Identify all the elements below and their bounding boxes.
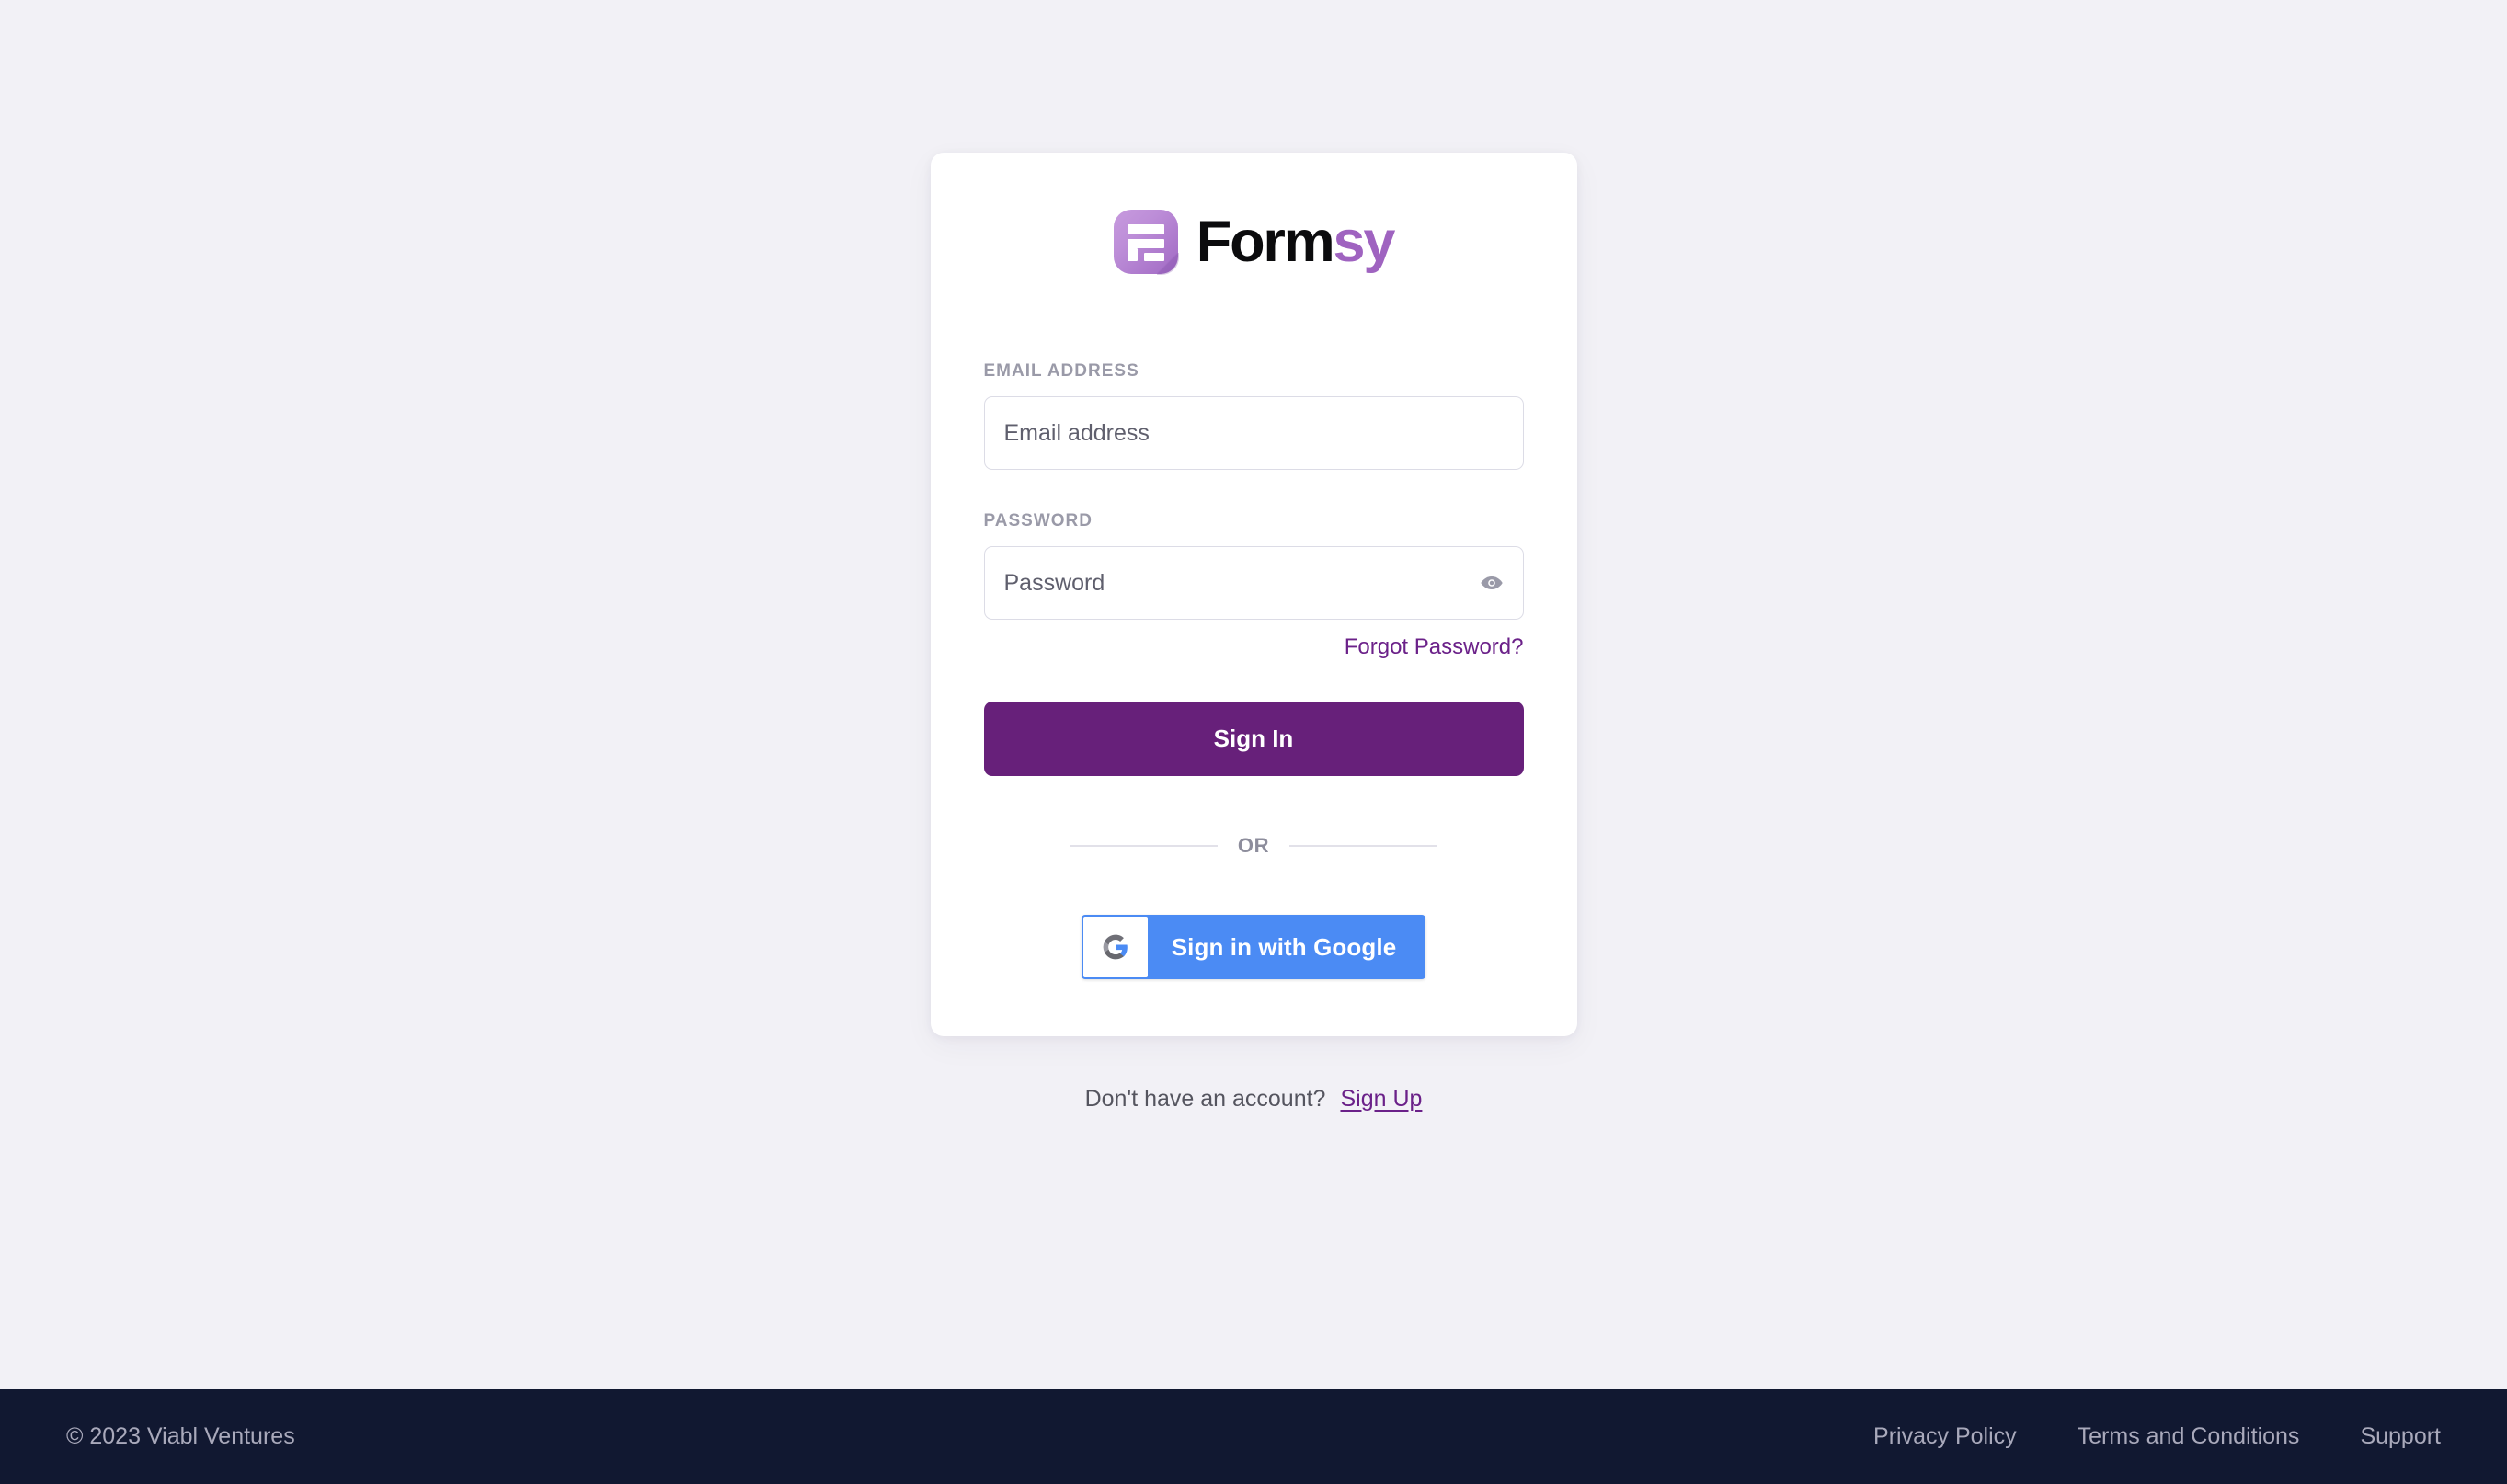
- brand-wordmark: Formsy: [1196, 209, 1396, 274]
- brand-name-accent: sy: [1333, 209, 1396, 274]
- password-label: PASSWORD: [983, 511, 1093, 531]
- social-login-row: Sign in with Google: [984, 915, 1524, 979]
- logo-corner-fold: [1156, 253, 1179, 275]
- email-label: EMAIL ADDRESS: [983, 361, 1139, 381]
- google-sign-in-button[interactable]: Sign in with Google: [1081, 915, 1426, 979]
- email-field-group: EMAIL ADDRESS: [983, 361, 1524, 470]
- password-input-wrap: [983, 546, 1524, 620]
- field-spacer: [984, 470, 1524, 511]
- email-input-wrap: [983, 396, 1524, 470]
- login-card: Formsy EMAIL ADDRESS PASSWORD: [930, 153, 1577, 1036]
- signup-prompt-row: Don't have an account? Sign Up: [1085, 1086, 1423, 1113]
- sign-up-link[interactable]: Sign Up: [1340, 1086, 1422, 1113]
- brand-name-primary: Form: [1196, 209, 1335, 274]
- formsy-logo-icon: [1113, 210, 1179, 275]
- password-field-group: PASSWORD: [983, 511, 1524, 620]
- logo-bar-middle: [1127, 239, 1164, 248]
- or-divider: OR: [984, 834, 1524, 858]
- forgot-password-link[interactable]: Forgot Password?: [1345, 634, 1524, 660]
- eye-icon-svg: [1480, 576, 1503, 590]
- footer-copyright: © 2023 Viabl Ventures: [66, 1423, 295, 1449]
- google-g-icon: [1082, 917, 1148, 977]
- sign-in-button[interactable]: Sign In: [983, 702, 1524, 776]
- forgot-password-row: Forgot Password?: [984, 634, 1524, 660]
- divider-line-left: [1070, 845, 1218, 847]
- google-sign-in-label: Sign in with Google: [1171, 932, 1397, 961]
- footer-link-privacy-policy[interactable]: Privacy Policy: [1873, 1423, 2017, 1450]
- brand-logo: Formsy: [984, 209, 1524, 275]
- footer-link-support[interactable]: Support: [2360, 1423, 2441, 1450]
- footer-links: Privacy Policy Terms and Conditions Supp…: [1873, 1423, 2441, 1450]
- site-footer: © 2023 Viabl Ventures Privacy Policy Ter…: [0, 1389, 2507, 1484]
- signup-prompt-text: Don't have an account?: [1084, 1086, 1326, 1112]
- login-page: Formsy EMAIL ADDRESS PASSWORD: [0, 0, 2507, 1389]
- divider-line-right: [1289, 845, 1437, 847]
- logo-bar-stem: [1127, 248, 1138, 261]
- email-input[interactable]: [983, 396, 1524, 470]
- eye-icon[interactable]: [1476, 567, 1507, 599]
- logo-bar-top: [1127, 224, 1164, 234]
- google-g-icon-svg: [1103, 934, 1128, 960]
- password-input[interactable]: [983, 546, 1524, 620]
- footer-link-terms-and-conditions[interactable]: Terms and Conditions: [2078, 1423, 2300, 1450]
- divider-label: OR: [1237, 834, 1270, 857]
